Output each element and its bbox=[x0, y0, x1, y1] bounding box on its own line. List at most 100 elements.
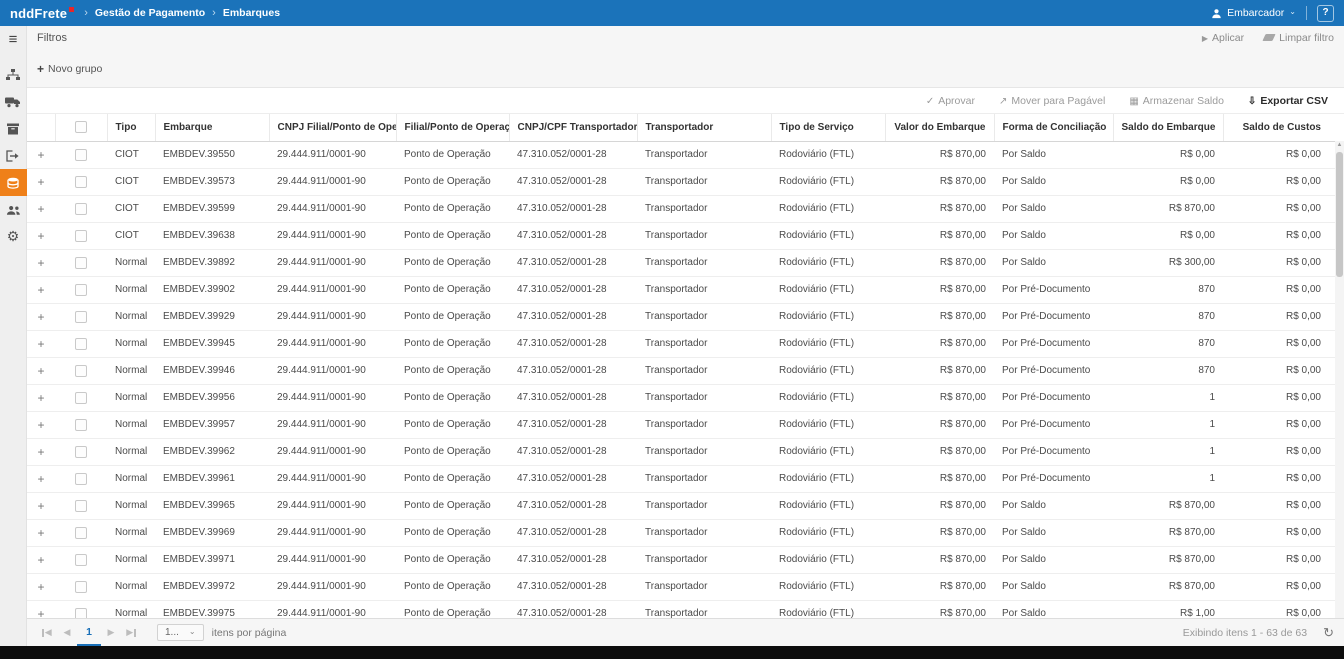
row-checkbox[interactable] bbox=[75, 473, 87, 485]
row-checkbox[interactable] bbox=[75, 284, 87, 296]
row-checkbox[interactable] bbox=[75, 554, 87, 566]
row-checkbox[interactable] bbox=[75, 311, 87, 323]
expand-row-icon[interactable]: + bbox=[37, 202, 44, 216]
store-balance-button[interactable]: ▦Armazenar Saldo bbox=[1129, 95, 1224, 107]
breadcrumb-item-gestao-de-pagamento[interactable]: Gestão de Pagamento bbox=[95, 7, 205, 19]
expand-row-icon[interactable]: + bbox=[37, 580, 44, 594]
user-menu[interactable]: Embarcador ⌄ bbox=[1211, 7, 1296, 19]
row-checkbox[interactable] bbox=[75, 149, 87, 161]
column-header-cnpj-filial[interactable]: CNPJ Filial/Ponto de Operação bbox=[269, 114, 396, 141]
expand-row-icon[interactable]: + bbox=[37, 310, 44, 324]
row-checkbox[interactable] bbox=[75, 500, 87, 512]
expand-row-icon[interactable]: + bbox=[37, 364, 44, 378]
row-checkbox[interactable] bbox=[75, 203, 87, 215]
select-all-checkbox[interactable] bbox=[75, 121, 87, 133]
cell-cnpj-transportador: 47.310.052/0001-28 bbox=[509, 276, 637, 303]
row-checkbox[interactable] bbox=[75, 365, 87, 377]
table-row[interactable]: + Normal EMBDEV.39969 29.444.911/0001-90… bbox=[27, 519, 1335, 546]
apply-filter-button[interactable]: ▶Aplicar bbox=[1202, 32, 1244, 44]
download-icon: ⇩ bbox=[1248, 96, 1256, 107]
column-header-transportador[interactable]: Transportador bbox=[637, 114, 771, 141]
column-header-tipo[interactable]: Tipo bbox=[107, 114, 155, 141]
app-logo[interactable]: nddFrete bbox=[10, 6, 74, 21]
row-checkbox[interactable] bbox=[75, 527, 87, 539]
column-header-valor-embarque[interactable]: Valor do Embarque bbox=[885, 114, 994, 141]
sidebar-item-workflow[interactable] bbox=[0, 61, 27, 88]
table-row[interactable]: + CIOT EMBDEV.39550 29.444.911/0001-90 P… bbox=[27, 141, 1335, 168]
table-row[interactable]: + CIOT EMBDEV.39638 29.444.911/0001-90 P… bbox=[27, 222, 1335, 249]
table-row[interactable]: + Normal EMBDEV.39957 29.444.911/0001-90… bbox=[27, 411, 1335, 438]
row-checkbox[interactable] bbox=[75, 581, 87, 593]
help-button[interactable]: ? bbox=[1317, 5, 1334, 22]
column-header-embarque[interactable]: Embarque bbox=[155, 114, 269, 141]
expand-row-icon[interactable]: + bbox=[37, 256, 44, 270]
expand-row-icon[interactable]: + bbox=[37, 499, 44, 513]
column-header-tipo-servico[interactable]: Tipo de Serviço bbox=[771, 114, 885, 141]
breadcrumb-item-embarques[interactable]: Embarques bbox=[223, 7, 280, 19]
row-checkbox[interactable] bbox=[75, 176, 87, 188]
expand-row-icon[interactable]: + bbox=[37, 229, 44, 243]
expand-row-icon[interactable]: + bbox=[37, 391, 44, 405]
expand-row-icon[interactable]: + bbox=[37, 526, 44, 540]
expand-row-icon[interactable]: + bbox=[37, 148, 44, 162]
checkbox-cell bbox=[55, 546, 107, 573]
table-row[interactable]: + Normal EMBDEV.39971 29.444.911/0001-90… bbox=[27, 546, 1335, 573]
current-page-button[interactable]: 1 bbox=[77, 619, 101, 646]
column-header-saldo-custos[interactable]: Saldo de Custos bbox=[1223, 114, 1335, 141]
expand-row-icon[interactable]: + bbox=[37, 418, 44, 432]
table-row[interactable]: + Normal EMBDEV.39946 29.444.911/0001-90… bbox=[27, 357, 1335, 384]
table-row[interactable]: + CIOT EMBDEV.39599 29.444.911/0001-90 P… bbox=[27, 195, 1335, 222]
column-header-saldo-embarque[interactable]: Saldo do Embarque bbox=[1113, 114, 1223, 141]
table-row[interactable]: + Normal EMBDEV.39972 29.444.911/0001-90… bbox=[27, 573, 1335, 600]
export-csv-button[interactable]: ⇩Exportar CSV bbox=[1248, 95, 1328, 107]
expand-row-icon[interactable]: + bbox=[37, 337, 44, 351]
table-row[interactable]: + Normal EMBDEV.39956 29.444.911/0001-90… bbox=[27, 384, 1335, 411]
cell-embarque: EMBDEV.39969 bbox=[155, 519, 269, 546]
sidebar-item-embarques[interactable] bbox=[0, 115, 27, 142]
scrollbar-thumb[interactable] bbox=[1336, 152, 1343, 277]
expand-row-icon[interactable]: + bbox=[37, 607, 44, 619]
scroll-up-icon[interactable]: ▲ bbox=[1335, 142, 1344, 148]
table-row[interactable]: + Normal EMBDEV.39965 29.444.911/0001-90… bbox=[27, 492, 1335, 519]
row-checkbox[interactable] bbox=[75, 446, 87, 458]
table-row[interactable]: + Normal EMBDEV.39892 29.444.911/0001-90… bbox=[27, 249, 1335, 276]
expand-row-icon[interactable]: + bbox=[37, 283, 44, 297]
menu-toggle-button[interactable]: ≡ bbox=[0, 26, 27, 53]
column-header-forma-conciliacao[interactable]: Forma de Conciliação bbox=[994, 114, 1113, 141]
sidebar-item-configuracoes[interactable]: ⚙ bbox=[0, 223, 27, 250]
table-row[interactable]: + Normal EMBDEV.39929 29.444.911/0001-90… bbox=[27, 303, 1335, 330]
previous-page-button[interactable]: ◀ bbox=[57, 619, 77, 646]
table-row[interactable]: + Normal EMBDEV.39902 29.444.911/0001-90… bbox=[27, 276, 1335, 303]
expand-row-icon[interactable]: + bbox=[37, 553, 44, 567]
row-checkbox[interactable] bbox=[75, 338, 87, 350]
new-group-button[interactable]: +Novo grupo bbox=[37, 62, 102, 76]
last-page-button[interactable]: ▶ bbox=[121, 619, 141, 646]
sidebar-item-usuarios[interactable] bbox=[0, 196, 27, 223]
sidebar-item-pagamentos[interactable] bbox=[0, 169, 27, 196]
sidebar-item-viagens[interactable] bbox=[0, 88, 27, 115]
row-checkbox[interactable] bbox=[75, 419, 87, 431]
move-to-payable-button[interactable]: ↗Mover para Pagável bbox=[999, 95, 1105, 107]
table-row[interactable]: + Normal EMBDEV.39962 29.444.911/0001-90… bbox=[27, 438, 1335, 465]
refresh-button[interactable]: ↻ bbox=[1323, 625, 1334, 641]
row-checkbox[interactable] bbox=[75, 230, 87, 242]
table-row[interactable]: + Normal EMBDEV.39975 29.444.911/0001-90… bbox=[27, 600, 1335, 618]
expand-row-icon[interactable]: + bbox=[37, 472, 44, 486]
column-header-cnpj-transportador[interactable]: CNPJ/CPF Transportador bbox=[509, 114, 637, 141]
first-page-button[interactable]: ◀ bbox=[37, 619, 57, 646]
page-size-select[interactable]: 1...⌄ bbox=[157, 624, 204, 641]
table-row[interactable]: + Normal EMBDEV.39945 29.444.911/0001-90… bbox=[27, 330, 1335, 357]
column-header-filial[interactable]: Filial/Ponto de Operação bbox=[396, 114, 509, 141]
table-row[interactable]: + Normal EMBDEV.39961 29.444.911/0001-90… bbox=[27, 465, 1335, 492]
row-checkbox[interactable] bbox=[75, 392, 87, 404]
row-checkbox[interactable] bbox=[75, 608, 87, 619]
clear-filter-button[interactable]: Limpar filtro bbox=[1264, 32, 1334, 44]
expand-row-icon[interactable]: + bbox=[37, 175, 44, 189]
table-row[interactable]: + CIOT EMBDEV.39573 29.444.911/0001-90 P… bbox=[27, 168, 1335, 195]
approve-button[interactable]: ✓Aprovar bbox=[926, 95, 975, 107]
sidebar-item-saida[interactable] bbox=[0, 142, 27, 169]
row-checkbox[interactable] bbox=[75, 257, 87, 269]
expand-row-icon[interactable]: + bbox=[37, 445, 44, 459]
vertical-scrollbar[interactable]: ▲ bbox=[1335, 141, 1344, 618]
next-page-button[interactable]: ▶ bbox=[101, 619, 121, 646]
